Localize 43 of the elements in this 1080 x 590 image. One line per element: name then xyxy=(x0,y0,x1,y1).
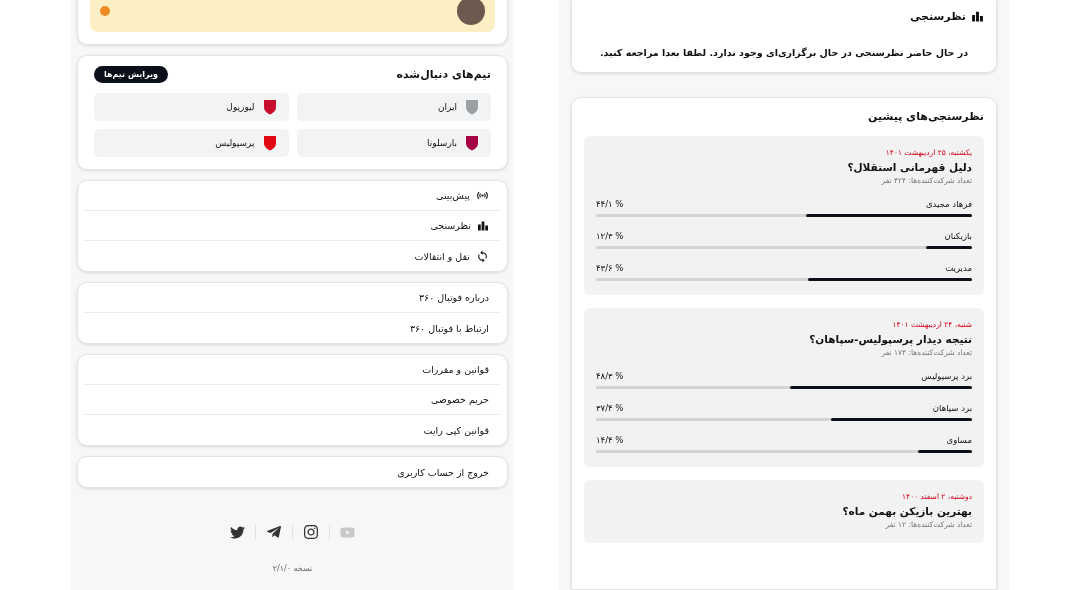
option-label: بازیکنان xyxy=(944,231,972,241)
option-label: مساوی xyxy=(946,435,972,445)
avatar xyxy=(457,0,485,25)
menu-item[interactable]: قوانین و مقررات xyxy=(84,355,501,385)
option-percent: ۱۴/۴ % xyxy=(596,435,624,445)
version-text: نسخه ۲/۱/۰ xyxy=(271,564,314,573)
no-poll-message: در حال حاضر نظرسنجی در حال برگزاری‌ای وجود ندارد. لطفا بعدا مراجعه کنید. xyxy=(598,47,970,58)
menu-item[interactable]: درباره فوتبال ۳۶۰ xyxy=(84,283,501,313)
broadcast-icon xyxy=(476,189,489,202)
poll-title: نظرسنجی xyxy=(909,10,966,23)
instagram-icon xyxy=(303,524,319,540)
option-label: برد سپاهان xyxy=(932,403,972,413)
option-percent: ۳۷/۴ % xyxy=(596,403,624,413)
poll-question: دلیل قهرمانی استقلال؟ xyxy=(846,161,972,173)
team-chip[interactable]: ایران xyxy=(296,93,491,121)
menu-item[interactable]: قوانین کپی رایت xyxy=(84,415,501,445)
section-title: تیم‌های دنبال‌شده xyxy=(396,68,491,81)
option-label: مدیریت xyxy=(945,263,972,273)
menu-item[interactable]: ارتباط با فوتبال ۳۶۰ xyxy=(84,313,501,343)
option-percent: ۴۴/۱ % xyxy=(596,199,624,209)
option-label: فرهاد مجیدی xyxy=(925,199,972,209)
option-percent: ۴۳/۶ % xyxy=(596,263,624,273)
edit-teams-button[interactable]: ویرایش تیم‌ها xyxy=(94,66,168,83)
option-percent: ۱۲/۳ % xyxy=(596,231,624,241)
section-title: نظرسنجی‌های پیشین xyxy=(867,110,984,123)
team-chip[interactable]: لیورپول xyxy=(94,93,289,121)
twitter-icon xyxy=(230,524,245,540)
menu-item[interactable]: حریم خصوصی xyxy=(84,385,501,415)
poll-question: نتیجه دیدار پرسپولیس-سپاهان؟ xyxy=(808,333,972,345)
poll-question: بهترین بازیکن بهمن ماه؟ xyxy=(841,505,972,517)
bar-chart-icon xyxy=(971,10,984,23)
sync-icon xyxy=(476,249,489,263)
team-chip[interactable]: پرسپولیس xyxy=(94,129,289,157)
option-label: برد پرسپولیس xyxy=(921,371,972,381)
status-dot xyxy=(100,6,110,16)
menu-item[interactable]: نظرسنجی xyxy=(84,211,501,241)
telegram-icon xyxy=(266,524,282,540)
bar-chart-icon xyxy=(477,219,489,232)
team-chip[interactable]: بارسلونا xyxy=(296,129,491,157)
menu-item[interactable]: پیش‌بینی xyxy=(84,181,501,211)
menu-item[interactable]: خروج از حساب کاربری xyxy=(84,457,501,487)
option-percent: ۴۸/۳ % xyxy=(596,371,624,381)
menu-item[interactable]: نقل و انتقالات xyxy=(84,241,501,271)
